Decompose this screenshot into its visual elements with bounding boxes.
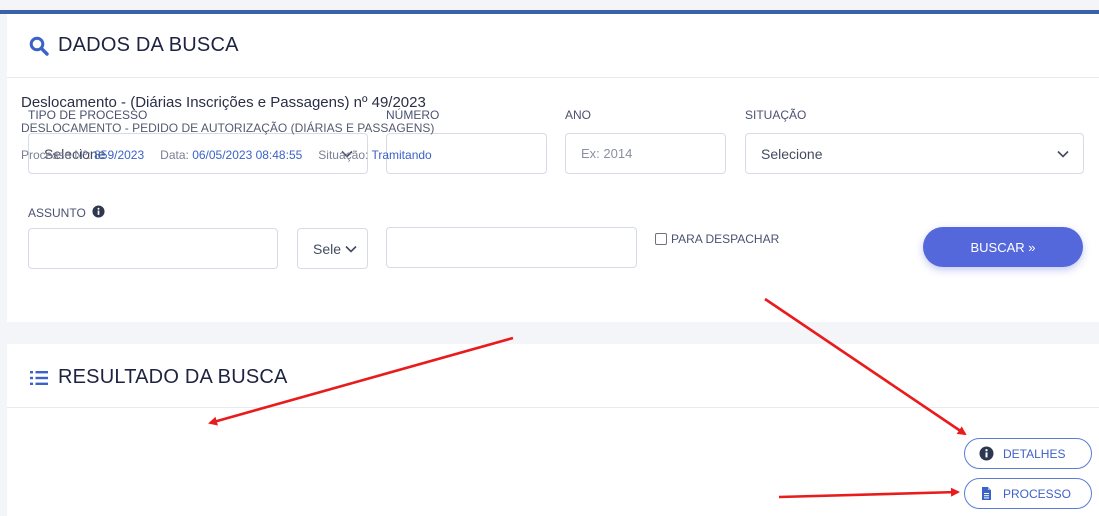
situacao-label: SITUAÇÃO	[745, 108, 807, 122]
situacao-select[interactable]: Selecione	[745, 133, 1084, 174]
detalhes-button[interactable]: DETALHES	[964, 438, 1092, 469]
results-card: RESULTADO DA BUSCA	[7, 344, 1099, 516]
assunto-label-text: ASSUNTO	[28, 206, 86, 220]
chevron-down-icon	[1056, 147, 1070, 161]
result-processo-label: Processo Nº:	[21, 148, 91, 162]
detalhes-label: DETALHES	[1003, 446, 1066, 461]
result-situacao: Situação: Tramitando	[318, 148, 431, 162]
result-item-meta: Processo Nº: 859/2023 Data: 06/05/2023 0…	[21, 148, 432, 162]
ano-input[interactable]: Ex: 2014	[565, 133, 726, 174]
search-card-header: DADOS DA BUSCA	[7, 14, 1099, 78]
info-icon	[979, 446, 994, 461]
assunto-text-input[interactable]	[386, 227, 637, 268]
ano-placeholder: Ex: 2014	[581, 146, 633, 161]
page: DADOS DA BUSCA TIPO DE PROCESSO NÚMERO A…	[0, 0, 1099, 516]
info-icon[interactable]	[92, 205, 105, 221]
processo-button[interactable]: PROCESSO	[964, 478, 1092, 509]
results-title: RESULTADO DA BUSCA	[29, 366, 288, 389]
processo-button-label: PROCESSO	[1003, 486, 1072, 501]
assunto-mode-select[interactable]: Sele	[297, 228, 368, 269]
result-item-subtitle: DESLOCAMENTO - PEDIDO DE AUTORIZAÇÃO (DI…	[21, 121, 435, 135]
result-item-title[interactable]: Deslocamento - (Diárias Inscrições e Pas…	[21, 94, 426, 111]
buscar-button[interactable]: BUSCAR »	[923, 227, 1083, 267]
para-despachar-checkbox[interactable]	[655, 233, 667, 245]
para-despachar-option[interactable]: PARA DESPACHAR	[655, 232, 779, 246]
result-data-label: Data:	[160, 148, 189, 162]
result-processo-value: 859/2023	[94, 148, 145, 162]
assunto-mode-value: Sele	[313, 240, 342, 257]
result-situacao-value: Tramitando	[371, 148, 432, 162]
ano-label: ANO	[565, 108, 592, 122]
search-icon	[29, 36, 49, 56]
assunto-label: ASSUNTO	[28, 205, 105, 221]
search-title-text: DADOS DA BUSCA	[58, 34, 239, 56]
result-data-value: 06/05/2023 08:48:55	[192, 148, 303, 162]
result-processo: Processo Nº: 859/2023	[21, 148, 144, 162]
list-icon	[29, 368, 49, 388]
search-title: DADOS DA BUSCA	[29, 34, 239, 57]
result-situacao-label: Situação:	[318, 148, 369, 162]
chevron-down-icon	[344, 242, 358, 256]
para-despachar-label: PARA DESPACHAR	[671, 232, 780, 246]
results-title-text: RESULTADO DA BUSCA	[58, 366, 288, 388]
assunto-input[interactable]	[28, 228, 278, 269]
result-data: Data: 06/05/2023 08:48:55	[160, 148, 302, 162]
situacao-value: Selecione	[761, 145, 823, 162]
document-icon	[979, 486, 994, 501]
results-card-header: RESULTADO DA BUSCA	[7, 344, 1099, 408]
